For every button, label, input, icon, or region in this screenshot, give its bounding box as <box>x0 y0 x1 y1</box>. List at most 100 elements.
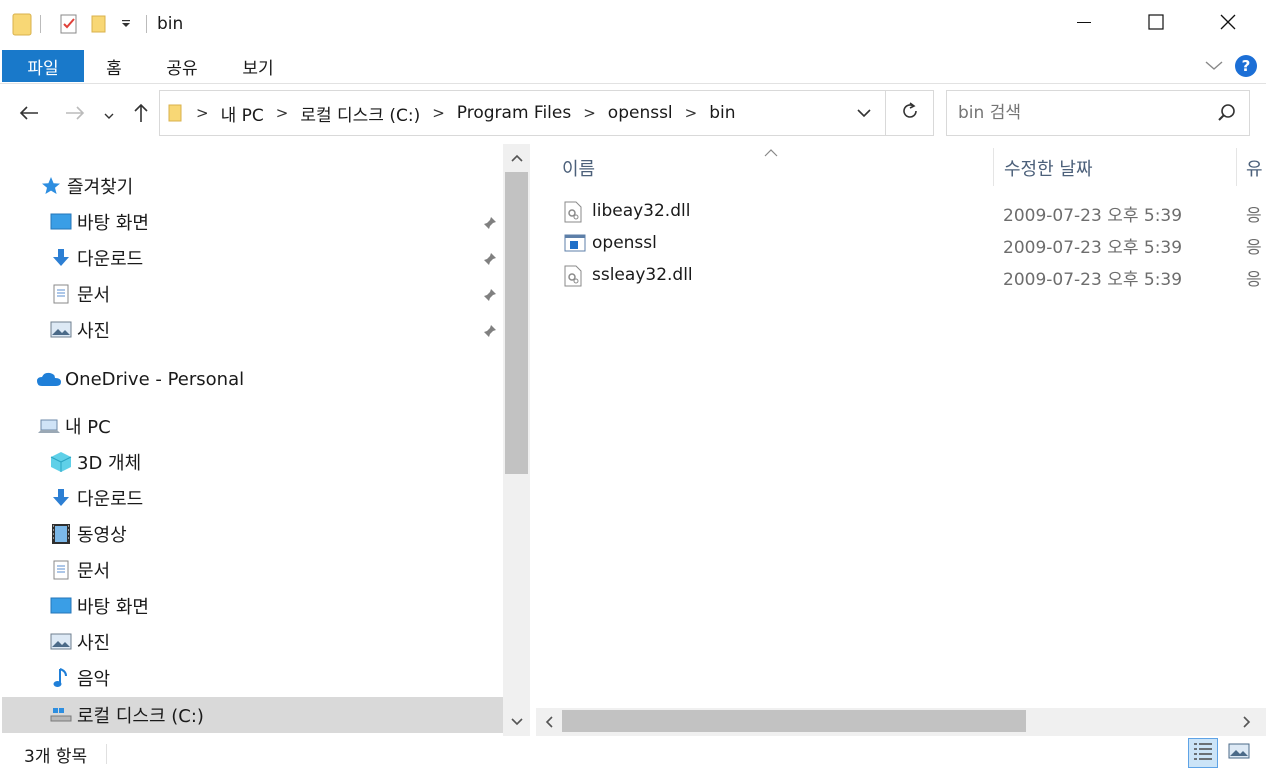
nav-pc-local-disk[interactable]: 로컬 디스크 (C:) <box>2 697 503 733</box>
maximize-button[interactable] <box>1120 0 1192 48</box>
scroll-thumb[interactable] <box>505 172 528 474</box>
column-header-type[interactable]: 유 <box>1246 150 1266 186</box>
download-icon <box>48 487 74 509</box>
nav-label: 로컬 디스크 (C:) <box>77 706 204 727</box>
help-icon[interactable]: ? <box>1232 50 1260 82</box>
pin-icon[interactable] <box>481 250 499 268</box>
nav-label: 동영상 <box>77 525 127 546</box>
breadcrumb-separator[interactable]: > <box>268 104 297 122</box>
folder-icon <box>168 103 182 123</box>
file-name: ssleay32.dll <box>592 265 693 285</box>
details-view-button[interactable] <box>1188 738 1218 768</box>
nav-pc-music[interactable]: 음악 <box>48 660 110 696</box>
breadcrumb-separator[interactable]: > <box>424 104 453 122</box>
status-bar: 3개 항목 <box>0 736 1266 772</box>
scroll-left-button[interactable] <box>536 708 562 736</box>
nav-onedrive[interactable]: OneDrive - Personal <box>36 361 244 397</box>
nav-label: 사진 <box>77 321 111 342</box>
picture-icon <box>48 319 74 341</box>
breadcrumb-openssl[interactable]: openssl <box>604 103 677 123</box>
chevron-down-icon <box>104 105 114 125</box>
computer-icon <box>36 415 62 437</box>
file-row[interactable]: ssleay32.dll 2009-07-23 오후 5:39 응 <box>560 260 1266 292</box>
nav-pc-3d-objects[interactable]: 3D 개체 <box>48 444 141 480</box>
scroll-thumb[interactable] <box>562 710 1026 732</box>
file-row[interactable]: openssl 2009-07-23 오후 5:39 응 <box>560 228 1266 260</box>
nav-quick-desktop[interactable]: 바탕 화면 <box>48 204 149 240</box>
back-button[interactable] <box>14 100 44 130</box>
file-type: 응 <box>1246 270 1262 290</box>
file-name: openssl <box>592 233 657 253</box>
properties-icon[interactable] <box>58 10 80 38</box>
file-date: 2009-07-23 오후 5:39 <box>1003 206 1183 226</box>
scroll-down-button[interactable] <box>503 708 530 736</box>
column-divider[interactable] <box>1236 148 1237 186</box>
nav-pc-downloads[interactable]: 다운로드 <box>48 480 143 516</box>
recent-locations-button[interactable] <box>96 100 122 130</box>
nav-label: OneDrive - Personal <box>65 368 245 390</box>
nav-quick-downloads[interactable]: 다운로드 <box>48 240 143 276</box>
download-icon <box>48 247 74 269</box>
dll-file-icon <box>564 265 586 287</box>
tab-view[interactable]: 보기 <box>234 50 282 82</box>
up-button[interactable] <box>126 100 156 130</box>
horizontal-scrollbar[interactable] <box>536 708 1266 736</box>
close-button[interactable] <box>1192 0 1264 48</box>
nav-quick-pictures[interactable]: 사진 <box>48 312 110 348</box>
nav-scrollbar[interactable] <box>503 144 530 736</box>
refresh-button[interactable] <box>886 90 934 136</box>
nav-quick-access[interactable]: 즐겨찾기 <box>38 168 133 204</box>
video-icon <box>48 523 74 545</box>
file-date: 2009-07-23 오후 5:39 <box>1003 270 1183 290</box>
breadcrumb-separator[interactable]: > <box>188 104 217 122</box>
music-icon <box>48 667 74 689</box>
nav-pc-documents[interactable]: 문서 <box>48 552 110 588</box>
pin-icon[interactable] <box>481 322 499 340</box>
scroll-right-button[interactable] <box>1234 708 1260 736</box>
breadcrumb-separator[interactable]: > <box>575 104 604 122</box>
search-box[interactable] <box>946 90 1250 136</box>
nav-label: 다운로드 <box>77 249 144 270</box>
address-bar[interactable]: > 내 PC > 로컬 디스크 (C:) > Program Files > o… <box>159 90 886 136</box>
star-icon <box>38 175 64 197</box>
column-divider[interactable] <box>993 148 994 186</box>
tab-file[interactable]: 파일 <box>2 50 84 82</box>
breadcrumb-separator[interactable]: > <box>677 104 706 122</box>
file-row[interactable]: libeay32.dll 2009-07-23 오후 5:39 응 <box>560 196 1266 228</box>
breadcrumb-bin[interactable]: bin <box>705 103 739 123</box>
chevron-down-icon <box>857 103 871 123</box>
breadcrumb-local-disk[interactable]: 로컬 디스크 (C:) <box>296 101 424 126</box>
nav-label: 내 PC <box>65 417 111 438</box>
forward-button[interactable] <box>60 100 90 130</box>
qat-dropdown-icon[interactable] <box>120 10 132 38</box>
dll-file-icon <box>564 201 586 223</box>
title-bar: bin <box>0 0 1266 48</box>
nav-this-pc[interactable]: 내 PC <box>36 408 111 444</box>
minimize-button[interactable] <box>1048 0 1120 48</box>
pin-icon[interactable] <box>481 286 499 304</box>
search-icon[interactable] <box>1217 103 1237 128</box>
tab-share[interactable]: 공유 <box>158 50 206 82</box>
pin-icon[interactable] <box>481 214 499 232</box>
folder-icon <box>12 10 32 38</box>
nav-pc-pictures[interactable]: 사진 <box>48 624 110 660</box>
nav-pc-desktop[interactable]: 바탕 화면 <box>48 588 149 624</box>
breadcrumb-this-pc[interactable]: 내 PC <box>217 101 268 126</box>
scroll-up-button[interactable] <box>503 144 530 172</box>
search-input[interactable] <box>958 103 1198 123</box>
nav-pc-videos[interactable]: 동영상 <box>48 516 127 552</box>
ribbon-expand-icon[interactable] <box>1200 50 1228 82</box>
column-header-date[interactable]: 수정한 날짜 <box>1004 150 1234 186</box>
address-dropdown-button[interactable] <box>842 90 886 136</box>
new-folder-icon[interactable] <box>90 10 108 38</box>
tab-home[interactable]: 홈 <box>94 50 134 82</box>
column-header-name[interactable]: 이름 <box>562 150 992 186</box>
large-icons-view-button[interactable] <box>1224 738 1254 768</box>
svg-text:?: ? <box>1242 57 1251 75</box>
desktop-icon <box>48 211 74 233</box>
nav-quick-documents[interactable]: 문서 <box>48 276 110 312</box>
qat-divider <box>40 10 41 38</box>
breadcrumb-program-files[interactable]: Program Files <box>453 103 575 123</box>
document-icon <box>48 559 74 581</box>
nav-label: 음악 <box>77 669 111 690</box>
